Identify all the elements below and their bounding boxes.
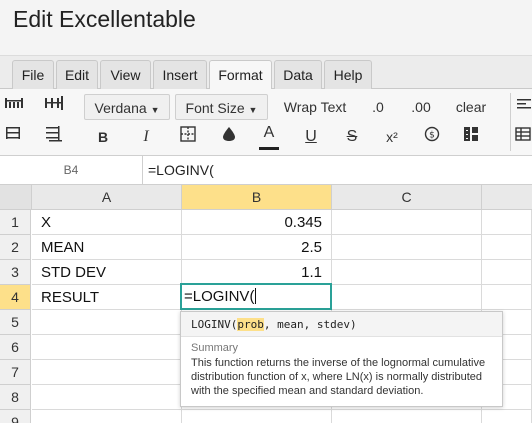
row-header[interactable]: 8 (0, 385, 31, 410)
row-header[interactable]: 5 (0, 310, 31, 335)
cell-c9[interactable] (332, 410, 482, 423)
cell-a9[interactable] (32, 410, 182, 423)
fill-color-icon[interactable] (218, 126, 240, 148)
cell-a4[interactable]: RESULT (32, 285, 182, 310)
function-tooltip: LOGINV(prob, mean, stdev) Summary This f… (180, 311, 503, 407)
text-color-glyph: A (263, 124, 275, 141)
cell-a3[interactable]: STD DEV (32, 260, 182, 285)
format-toolbar: Verdana ▼ Font Size ▼ Wrap Text .0 .00 c… (0, 89, 532, 156)
row-header[interactable]: 3 (0, 260, 31, 285)
cell-b3[interactable]: 1.1 (182, 260, 332, 285)
strikethrough-button[interactable]: S (341, 124, 363, 150)
text-color-swatch (259, 147, 279, 150)
cell-d9[interactable] (482, 410, 532, 423)
chevron-down-icon: ▼ (248, 105, 258, 115)
cell-c2[interactable] (332, 235, 482, 260)
superscript-button[interactable]: x² (380, 124, 404, 150)
cell-d1[interactable] (482, 210, 532, 235)
cell-c1[interactable] (332, 210, 482, 235)
delete-row-icon[interactable] (4, 126, 26, 148)
cell-b1[interactable]: 0.345 (182, 210, 332, 235)
cell-a5[interactable] (32, 310, 182, 335)
cell-a2[interactable]: MEAN (32, 235, 182, 260)
active-parameter: prob (237, 318, 264, 331)
select-all-corner[interactable] (0, 185, 32, 210)
cell-d4[interactable] (482, 285, 532, 310)
cell-a6[interactable] (32, 335, 182, 360)
row-header[interactable]: 1 (0, 210, 31, 235)
cell-d2[interactable] (482, 235, 532, 260)
increase-decimal-button[interactable]: .00 (404, 94, 438, 120)
cell-d3[interactable] (482, 260, 532, 285)
tab-insert[interactable]: Insert (153, 60, 207, 90)
tab-file[interactable]: File (12, 60, 54, 90)
wrap-text-button[interactable]: Wrap Text (278, 94, 352, 120)
column-header-c[interactable]: C (332, 185, 482, 210)
text-caret (255, 288, 257, 304)
column-header-overflow[interactable] (482, 185, 532, 210)
app-title: Edit Excellentable (13, 6, 196, 32)
formula-bar: B4 =LOGINV( (0, 156, 532, 185)
cell-b2[interactable]: 2.5 (182, 235, 332, 260)
toolbar-divider (510, 93, 511, 151)
cell-a8[interactable] (32, 385, 182, 410)
tab-data[interactable]: Data (274, 60, 322, 90)
function-description: This function returns the inverse of the… (191, 357, 486, 397)
table-icon[interactable] (514, 126, 532, 148)
underline-button[interactable]: U (300, 124, 322, 150)
insert-row-above-icon[interactable] (4, 95, 26, 117)
text-color-button[interactable]: A (257, 122, 281, 150)
column-header-b[interactable]: B (182, 185, 332, 210)
row-header[interactable]: 9 (0, 410, 31, 423)
app-title-bar: Edit Excellentable (0, 0, 532, 55)
cell-c4[interactable] (332, 285, 482, 310)
delete-col-icon[interactable] (44, 126, 66, 148)
cell-editor-b4[interactable]: =LOGINV( (180, 283, 332, 310)
menu-bar: File Edit View Insert Format Data Help (0, 55, 532, 91)
cell-editor-text: =LOGINV( (184, 288, 255, 305)
italic-button[interactable]: I (135, 124, 157, 150)
summary-label: Summary (191, 342, 239, 354)
formula-input[interactable]: =LOGINV( (148, 156, 214, 184)
tab-help[interactable]: Help (324, 60, 372, 90)
decrease-decimal-button[interactable]: .0 (366, 94, 390, 120)
column-header-a[interactable]: A (32, 185, 182, 210)
row-header[interactable]: 4 (0, 285, 31, 310)
cell-reference: B4 (0, 156, 143, 184)
cell-a1[interactable]: X (32, 210, 182, 235)
borders-icon[interactable] (177, 126, 199, 148)
chevron-down-icon: ▼ (150, 105, 160, 115)
function-signature: LOGINV(prob, mean, stdev) (181, 312, 502, 337)
cell-c3[interactable] (332, 260, 482, 285)
align-left-icon[interactable] (515, 95, 532, 117)
merge-icon[interactable] (460, 126, 482, 148)
font-family-value: Verdana (94, 100, 147, 116)
insert-col-icon[interactable] (44, 95, 66, 117)
font-size-dropdown[interactable]: Font Size ▼ (175, 94, 268, 120)
row-header[interactable]: 6 (0, 335, 31, 360)
tab-view[interactable]: View (100, 60, 151, 90)
svg-text:$: $ (429, 131, 435, 141)
currency-icon[interactable]: $ (421, 126, 443, 148)
tab-edit[interactable]: Edit (56, 60, 98, 90)
row-header[interactable]: 7 (0, 360, 31, 385)
function-name: LOGINV( (191, 318, 238, 331)
clear-format-button[interactable]: clear (451, 94, 491, 120)
font-size-value: Font Size (185, 100, 245, 116)
cell-a7[interactable] (32, 360, 182, 385)
cell-b9[interactable] (182, 410, 332, 423)
remaining-parameters: , mean, stdev) (263, 318, 357, 331)
bold-button[interactable]: B (92, 124, 114, 150)
row-header[interactable]: 2 (0, 235, 31, 260)
font-family-dropdown[interactable]: Verdana ▼ (84, 94, 170, 120)
tab-format[interactable]: Format (209, 60, 272, 91)
